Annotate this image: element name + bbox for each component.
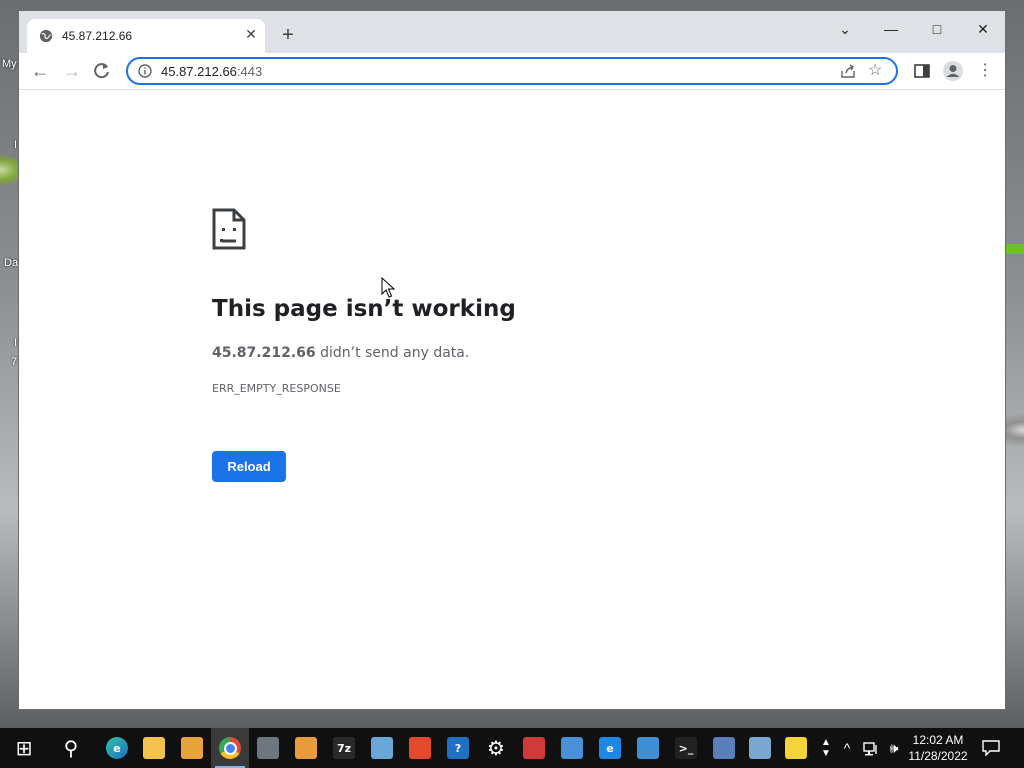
terminal-taskbar-button[interactable]: >_: [667, 728, 705, 768]
settings-taskbar-button[interactable]: ⚙: [477, 728, 515, 768]
new-tab-button[interactable]: +: [277, 25, 299, 47]
sticky-notes-taskbar-button[interactable]: [777, 728, 815, 768]
clock-date: 11/28/2022: [908, 749, 968, 763]
search-taskbar-button[interactable]: ⚲: [52, 728, 90, 768]
start-taskbar-button[interactable]: ⊞: [5, 728, 43, 768]
file-explorer-icon: [143, 737, 165, 759]
tab-title: 45.87.212.66: [62, 29, 133, 43]
browser-toolbar: ← → 45.87.212.66:443 ☆ ⋮: [19, 53, 1005, 90]
system-info-taskbar-button[interactable]: [629, 728, 667, 768]
help-icon: ?: [447, 737, 469, 759]
desktop-label: My: [2, 58, 17, 70]
network-taskbar-button[interactable]: [705, 728, 743, 768]
page-content: This page isn’t working 45.87.212.66 did…: [19, 90, 1005, 709]
internet-explorer-icon: e: [599, 737, 621, 759]
address-text: 45.87.212.66:443: [161, 64, 262, 79]
remote-desktop-taskbar-button[interactable]: [553, 728, 591, 768]
globe-icon: [39, 29, 53, 43]
calculator-icon: [257, 737, 279, 759]
taskbar: ⊞ ⚲ e 7z? ⚙ e >_ ▲ ▼ ^ 🕪 12:02 AM 11/28/2022: [0, 728, 1024, 768]
settings-icon: ⚙: [485, 736, 507, 760]
search-icon: ⚲: [60, 736, 82, 760]
network-status-icon[interactable]: [862, 740, 880, 756]
error-code: ERR_EMPTY_RESPONSE: [212, 382, 341, 395]
store-taskbar-button[interactable]: [173, 728, 211, 768]
desktop-decoration: [1006, 244, 1024, 254]
7zip-taskbar-button[interactable]: 7z: [325, 728, 363, 768]
calculator-taskbar-button[interactable]: [249, 728, 287, 768]
network-icon: [713, 737, 735, 759]
photos-icon: [371, 737, 393, 759]
remote-desktop-icon: [561, 737, 583, 759]
error-host: 45.87.212.66: [212, 345, 316, 361]
taskbar-scroll-icon[interactable]: ▲ ▼: [818, 728, 834, 768]
sad-page-icon: [212, 208, 246, 250]
address-host: 45.87.212.66: [161, 64, 237, 79]
start-icon: ⊞: [13, 736, 35, 760]
maps-icon: [409, 737, 431, 759]
file-explorer-taskbar-button[interactable]: [135, 728, 173, 768]
minimize-button[interactable]: —: [877, 17, 905, 41]
address-bar[interactable]: 45.87.212.66:443 ☆: [126, 57, 898, 85]
bookmark-star-icon[interactable]: ☆: [868, 62, 886, 80]
chrome-icon: [219, 737, 241, 759]
maps-taskbar-button[interactable]: [401, 728, 439, 768]
tab-search-icon[interactable]: ⌄: [831, 17, 859, 41]
desktop-label: Da: [4, 257, 19, 269]
media-player-taskbar-button[interactable]: [287, 728, 325, 768]
forward-button[interactable]: →: [61, 60, 83, 82]
sticky-notes-icon: [785, 737, 807, 759]
paint-icon: [523, 737, 545, 759]
browser-window: 45.87.212.66 ✕ + ⌄ — □ ✕ ← → 45.87.212.6…: [18, 10, 1006, 710]
back-button[interactable]: ←: [29, 60, 51, 82]
media-player-icon: [295, 737, 317, 759]
profile-avatar-icon[interactable]: [942, 60, 964, 82]
volume-icon[interactable]: 🕪: [884, 728, 904, 768]
pen-icon: [749, 737, 771, 759]
tab-close-icon[interactable]: ✕: [243, 26, 259, 42]
internet-explorer-taskbar-button[interactable]: e: [591, 728, 629, 768]
share-icon[interactable]: [840, 63, 856, 79]
side-panel-icon[interactable]: [911, 60, 933, 82]
tab-current[interactable]: 45.87.212.66 ✕: [27, 19, 265, 53]
address-port: :443: [236, 64, 263, 79]
error-title-text: This page isn’t working: [212, 296, 516, 322]
paint-taskbar-button[interactable]: [515, 728, 553, 768]
notifications-icon[interactable]: [982, 740, 1000, 756]
menu-kebab-icon[interactable]: ⋮: [974, 60, 996, 82]
error-title: This page isn’t working: [212, 296, 516, 322]
reload-button[interactable]: Reload: [212, 451, 286, 482]
chrome-taskbar-button[interactable]: [211, 728, 249, 768]
help-taskbar-button[interactable]: ?: [439, 728, 477, 768]
desktop-label: I: [14, 337, 18, 349]
terminal-icon: >_: [675, 737, 697, 759]
7zip-icon: 7z: [333, 737, 355, 759]
edge-taskbar-button[interactable]: e: [98, 728, 136, 768]
reload-icon[interactable]: [93, 62, 111, 80]
desktop-label: 7: [11, 356, 18, 368]
close-window-button[interactable]: ✕: [969, 17, 997, 41]
pen-taskbar-button[interactable]: [741, 728, 779, 768]
store-icon: [181, 737, 203, 759]
error-description-text: didn’t send any data.: [315, 345, 470, 361]
mouse-cursor-icon: [381, 277, 395, 298]
desktop-label: I: [14, 139, 18, 151]
maximize-button[interactable]: □: [923, 17, 951, 41]
site-info-icon[interactable]: [138, 64, 152, 78]
system-info-icon: [637, 737, 659, 759]
show-hidden-icons-icon[interactable]: ^: [838, 728, 856, 768]
clock-time: 12:02 AM: [912, 733, 964, 747]
error-description: 45.87.212.66 didn’t send any data.: [212, 345, 469, 361]
tab-strip: 45.87.212.66 ✕ + ⌄ — □ ✕: [19, 11, 1005, 53]
edge-icon: e: [106, 737, 128, 759]
taskbar-clock[interactable]: 12:02 AM 11/28/2022: [906, 732, 970, 764]
photos-taskbar-button[interactable]: [363, 728, 401, 768]
